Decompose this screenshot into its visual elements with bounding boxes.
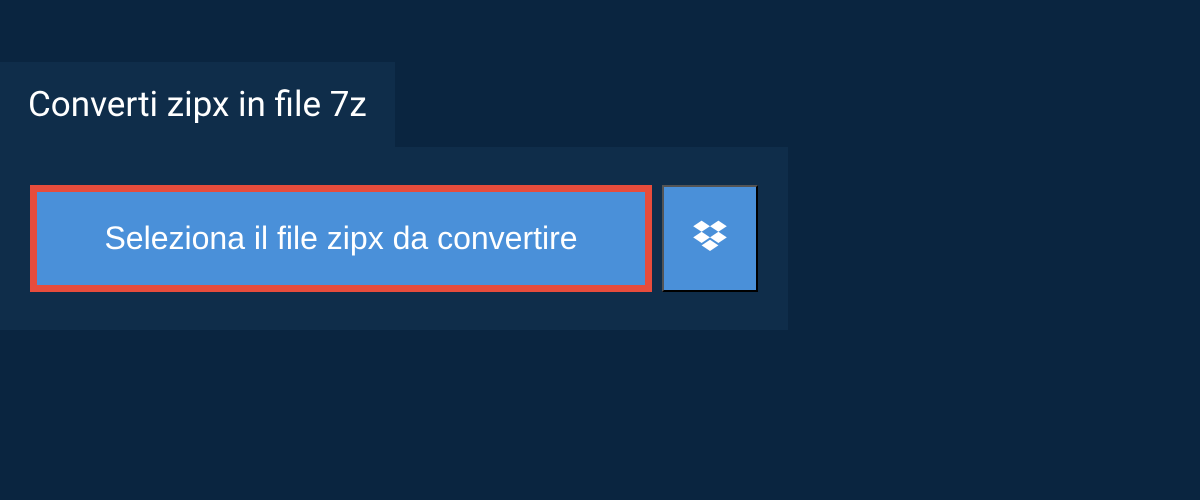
page-header: Converti zipx in file 7z [0, 62, 395, 147]
select-file-label: Seleziona il file zipx da convertire [104, 220, 577, 257]
dropbox-icon [690, 219, 730, 259]
dropbox-button[interactable] [662, 185, 758, 292]
select-file-button[interactable]: Seleziona il file zipx da convertire [30, 185, 652, 292]
upload-panel: Seleziona il file zipx da convertire [0, 147, 788, 330]
page-title: Converti zipx in file 7z [28, 84, 367, 125]
